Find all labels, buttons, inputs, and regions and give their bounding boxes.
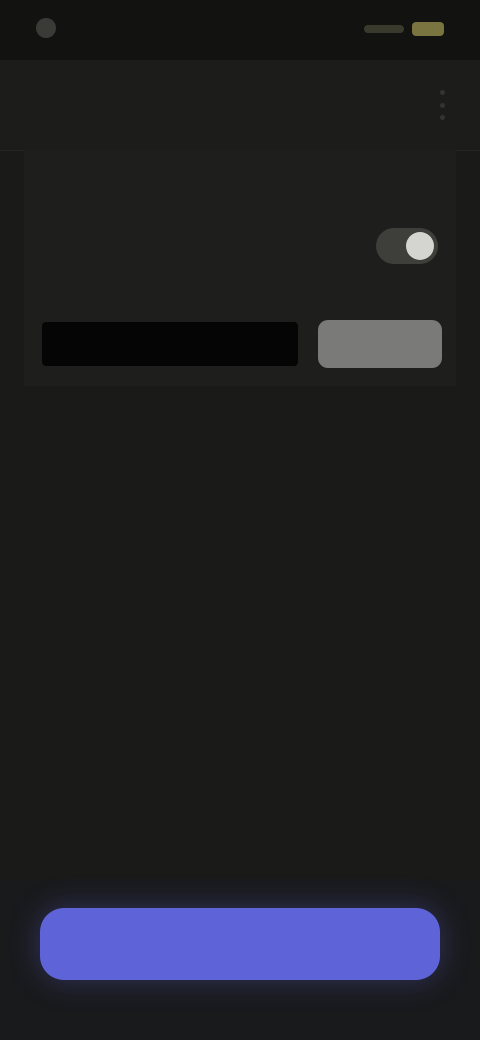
settings-panel — [24, 150, 456, 386]
app-icon — [36, 18, 56, 38]
status-left — [36, 18, 66, 38]
settings-row-2 — [42, 226, 438, 266]
header — [0, 60, 480, 151]
primary-button[interactable] — [40, 908, 440, 980]
battery-icon — [412, 22, 444, 36]
action-button[interactable] — [318, 320, 442, 368]
screen — [0, 0, 480, 1040]
input-row — [42, 320, 442, 368]
status-bar — [0, 0, 480, 60]
kebab-menu-icon[interactable] — [432, 90, 452, 120]
settings-row-1 — [42, 174, 438, 204]
toggle-knob — [406, 232, 434, 260]
status-right — [364, 22, 444, 36]
row2-toggle[interactable] — [376, 228, 438, 264]
settings-row-3 — [42, 278, 438, 308]
value-input[interactable] — [42, 322, 298, 366]
signal-icon — [364, 25, 404, 33]
